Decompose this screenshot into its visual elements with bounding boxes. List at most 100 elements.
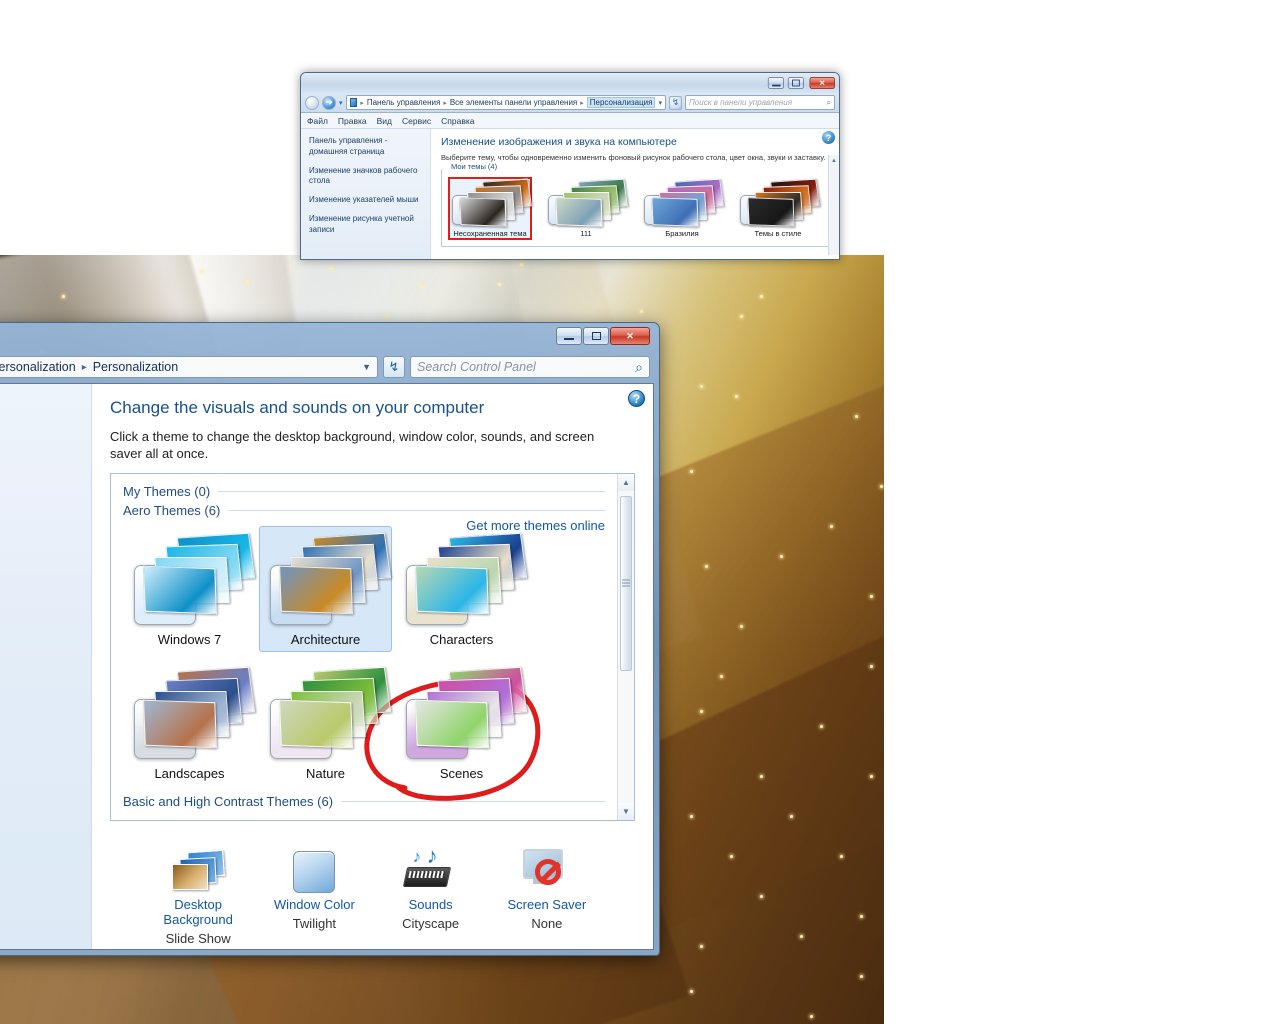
maximize-button[interactable] (583, 327, 609, 345)
shortcut-screen-saver[interactable]: Screen Saver None (489, 839, 605, 946)
close-button[interactable]: ✕ (610, 327, 650, 345)
chevron-down-icon[interactable]: ▼ (362, 362, 371, 372)
theme-item[interactable]: Characters (395, 526, 528, 652)
ru-sidebar-item-desktop-icons[interactable]: Изменение значков рабочего стола (309, 166, 422, 188)
shortcut-label[interactable]: Desktop Background (140, 897, 256, 927)
ru-sidebar[interactable]: Панель управления - домашняя страница Из… (301, 129, 431, 259)
wallpaper-sparkle (730, 855, 733, 858)
ru-address-bar[interactable]: ➜ ▾ ▸ Панель управления ▸ Все элементы п… (301, 93, 839, 113)
breadcrumb-item-personalization[interactable]: Personalization (93, 360, 178, 374)
ru-theme-list[interactable]: Несохраненная тема 111 Бразилия Темы в стил… (442, 169, 828, 240)
theme-group-label: Aero Themes (6) (123, 502, 221, 518)
ru-breadcrumb-item-0[interactable]: Панель управления (367, 98, 441, 107)
sidebar-item-change-mouse-pointers[interactable]: pointers (0, 449, 91, 473)
theme-item[interactable]: Scenes (395, 660, 528, 786)
ru-sidebar-item-home[interactable]: Панель управления - домашняя страница (309, 136, 422, 158)
ru-theme-item[interactable]: Бразилия (642, 178, 724, 238)
theme-item[interactable]: Nature (259, 660, 392, 786)
ru-forward-button[interactable]: ➜ (322, 95, 336, 110)
ru-menu-tools[interactable]: Сервис (402, 116, 431, 126)
shortcut-label[interactable]: Window Color (256, 897, 372, 912)
ru-sidebar-item-account-picture[interactable]: Изменение рисунка учетной записи (309, 214, 422, 236)
ru-window-body: Панель управления - домашняя страница Из… (301, 129, 839, 259)
ru-theme-item[interactable]: Несохраненная тема (448, 176, 532, 240)
ru-breadcrumb-dropdown-icon[interactable]: ▾ (658, 99, 662, 107)
ru-breadcrumb-item-2[interactable]: Персонализация (586, 97, 656, 108)
ru-themes-panel: Мои темы (4) Несохраненная тема 111 Бразил… (441, 161, 829, 247)
theme-thumbnail (264, 666, 392, 763)
ru-menu-help[interactable]: Справка (441, 116, 474, 126)
ru-maximize-button[interactable] (787, 77, 804, 89)
refresh-button[interactable]: ↯ (383, 356, 405, 378)
wallpaper-sparkle (385, 315, 388, 318)
help-icon[interactable]: ? (628, 390, 645, 407)
search-input[interactable]: Search Control Panel ⌕ (410, 356, 650, 378)
theme-item[interactable]: Landscapes (123, 660, 256, 786)
ru-minimize-button[interactable] (767, 77, 784, 89)
ru-menu-bar[interactable]: Файл Правка Вид Сервис Справка (301, 113, 839, 129)
breadcrumb-separator: ▸ (360, 99, 364, 107)
ru-menu-edit[interactable]: Правка (338, 116, 367, 126)
ru-help-icon[interactable]: ? (822, 131, 835, 144)
wallpaper-sparkle (870, 665, 873, 668)
shortcut-label[interactable]: Screen Saver (489, 897, 605, 912)
search-icon: ⌕ (826, 97, 831, 107)
breadcrumb[interactable]: Appearance and Personalization ▸ Persona… (0, 356, 378, 378)
ru-menu-file[interactable]: Файл (307, 116, 328, 126)
shortcut-label[interactable]: Sounds (373, 897, 489, 912)
wallpaper-sparkle (700, 710, 703, 713)
sidebar-item-change-desktop-icons[interactable]: icons (0, 426, 91, 450)
sidebar[interactable]: ome icons pointers count picture t Menu … (0, 384, 92, 949)
theme-item[interactable]: Architecture (259, 525, 392, 652)
ru-recent-pages-icon[interactable]: ▾ (339, 99, 343, 107)
minimize-button[interactable] (556, 327, 582, 345)
russian-personalization-window[interactable]: ✕ ➜ ▾ ▸ Панель управления ▸ Все элементы… (300, 72, 840, 260)
ru-back-button[interactable] (305, 95, 319, 110)
divider (218, 490, 605, 492)
shortcut-window-color[interactable]: Window Color Twilight (256, 839, 372, 946)
window-controls[interactable]: ✕ (556, 327, 650, 345)
sidebar-item-change-account-picture[interactable]: count picture (0, 473, 91, 497)
ru-title-bar[interactable]: ✕ (301, 73, 839, 93)
theme-wallpaper-stack (450, 178, 532, 227)
ru-close-button[interactable]: ✕ (809, 77, 835, 89)
theme-item[interactable]: Windows 7 (123, 526, 256, 652)
personalization-window[interactable]: ✕ Appearance and Personalization ▸ Perso… (0, 322, 660, 956)
wallpaper-sparkle (800, 935, 803, 938)
ru-breadcrumb-item-1[interactable]: Все элементы панели управления (450, 98, 577, 107)
wallpaper-sparkle (420, 285, 423, 288)
ru-themes-scrollbar[interactable]: ▲ (828, 155, 839, 255)
scroll-down-arrow[interactable]: ▼ (618, 802, 634, 820)
title-bar[interactable]: ✕ (0, 323, 654, 351)
wallpaper-sparkle (870, 775, 873, 778)
sidebar-item-ease-of-access-center[interactable]: enter (0, 875, 91, 899)
shortcut-value: Cityscape (402, 915, 460, 931)
shortcut-sounds[interactable]: ♪ ♪ Sounds Cityscape (373, 839, 489, 946)
ru-window-controls[interactable]: ✕ (765, 76, 835, 90)
shortcut-desktop-background[interactable]: Desktop Background Slide Show (140, 839, 256, 946)
ru-search-box[interactable]: Поиск в панели управления ⌕ (685, 95, 835, 110)
scroll-up-arrow[interactable]: ▲ (829, 155, 839, 166)
ru-breadcrumb[interactable]: ▸ Панель управления ▸ Все элементы панел… (345, 95, 666, 110)
scrollbar-thumb[interactable] (620, 495, 632, 671)
ru-menu-view[interactable]: Вид (377, 116, 392, 126)
themes-vertical-scrollbar[interactable]: ▲ ▼ (617, 473, 634, 820)
themes-panel[interactable]: Get more themes online My Themes (0) Aero… (110, 472, 635, 821)
wallpaper-sparkle (700, 945, 703, 948)
scroll-up-arrow[interactable]: ▲ (618, 473, 634, 491)
ru-refresh-button[interactable]: ↯ (669, 95, 682, 110)
ru-sidebar-item-mouse-pointers[interactable]: Изменение указателей мыши (309, 195, 422, 206)
ru-theme-item[interactable]: 111 (546, 178, 628, 238)
breadcrumb-item-appearance[interactable]: Appearance and Personalization (0, 360, 76, 374)
wallpaper-sparkle (880, 485, 883, 488)
wallpaper-sparkle (790, 815, 793, 818)
ru-theme-item[interactable]: Темы в стиле (738, 178, 820, 238)
address-toolbar[interactable]: Appearance and Personalization ▸ Persona… (0, 351, 654, 383)
sidebar-item-taskbar-and-start-menu[interactable]: t Menu (0, 852, 91, 876)
theme-label: Windows 7 (157, 631, 222, 647)
page-title: Change the visuals and sounds on your co… (110, 398, 485, 417)
divider (341, 800, 605, 802)
sidebar-item-control-panel-home[interactable]: ome (0, 396, 91, 426)
ru-theme-label: Бразилия (665, 228, 699, 238)
wallpaper-sparkle (740, 315, 743, 318)
